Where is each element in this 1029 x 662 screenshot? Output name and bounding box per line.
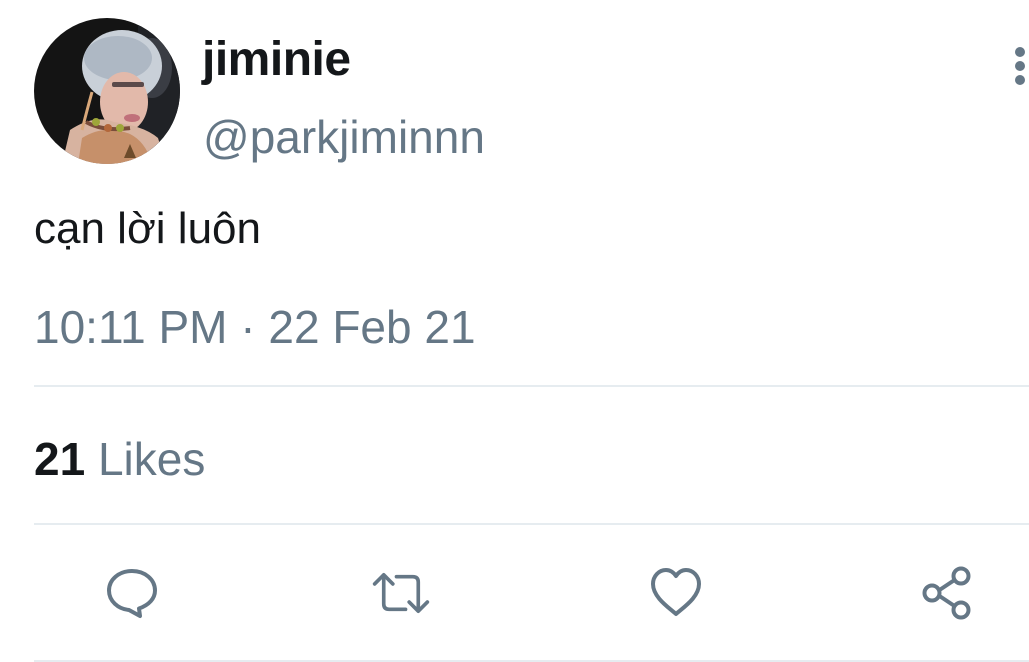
retweet-arrows-icon (372, 572, 430, 613)
divider (34, 385, 1029, 387)
tweet-date: 22 Feb 21 (268, 301, 476, 353)
reply-button[interactable] (102, 563, 162, 623)
user-handle[interactable]: @parkjiminnn (203, 110, 485, 164)
tweet-time: 10:11 PM (34, 301, 228, 353)
vertical-dots-icon (1015, 47, 1025, 85)
display-name[interactable]: jiminie (202, 32, 351, 88)
avatar[interactable] (34, 18, 180, 164)
likes-stat[interactable]: 21 Likes (34, 432, 205, 486)
share-button[interactable] (917, 563, 977, 623)
more-options-button[interactable] (1008, 44, 1029, 90)
retweet-button[interactable] (371, 563, 431, 623)
like-button[interactable] (646, 563, 706, 623)
share-nodes-icon (922, 566, 971, 620)
likes-count: 21 (34, 433, 86, 485)
comment-bubble-icon (107, 569, 157, 618)
tweet-timestamp[interactable]: 10:11 PM · 22 Feb 21 (34, 300, 476, 354)
tweet-text: cạn lời luôn (34, 204, 261, 253)
likes-label: Likes (85, 433, 206, 485)
timestamp-separator: · (227, 301, 269, 353)
avatar-image (34, 18, 180, 164)
heart-icon (651, 568, 701, 616)
divider (34, 523, 1029, 525)
